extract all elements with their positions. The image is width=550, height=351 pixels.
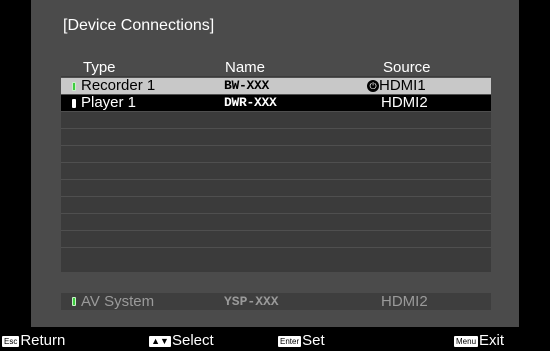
empty-row — [61, 247, 491, 264]
empty-row — [61, 145, 491, 162]
exit-label: Exit — [479, 332, 505, 349]
power-source-icon: ⏻ — [367, 80, 379, 92]
device-source: HDMI2 — [381, 94, 428, 111]
empty-row — [61, 111, 491, 128]
menu-key-icon: Menu — [454, 335, 479, 347]
av-system-row: AV System YSP-XXX HDMI2 — [61, 293, 491, 310]
device-source: HDMI1 — [379, 77, 426, 94]
green-led-icon — [72, 297, 76, 306]
device-list: Recorder 1 BW-XXX ⏻ HDMI1 Player 1 DWR-X… — [61, 76, 491, 272]
select-button[interactable]: ▲▼ Select — [149, 331, 214, 351]
empty-row — [61, 128, 491, 145]
empty-row — [61, 230, 491, 247]
device-type: Recorder 1 — [81, 77, 156, 94]
device-row-recorder-1[interactable]: Recorder 1 BW-XXX ⏻ HDMI1 — [61, 77, 491, 94]
exit-button[interactable]: Menu Exit — [454, 331, 504, 351]
return-button[interactable]: Esc Return — [2, 331, 65, 351]
device-type: Player 1 — [81, 94, 137, 111]
empty-row — [61, 162, 491, 179]
column-header-source: Source — [383, 59, 431, 76]
device-connections-panel: [Device Connections] Type Name Source Re… — [31, 0, 519, 327]
green-led-icon — [72, 82, 76, 91]
empty-row — [61, 179, 491, 196]
column-header-type: Type — [83, 59, 116, 76]
esc-key-icon: Esc — [2, 335, 20, 347]
set-label: Set — [302, 332, 325, 349]
device-name: DWR-XXX — [224, 95, 277, 110]
column-header-name: Name — [225, 59, 266, 76]
return-label: Return — [20, 332, 66, 349]
empty-row — [61, 196, 491, 213]
av-system-type: AV System — [81, 293, 155, 310]
enter-key-icon: Enter — [278, 335, 302, 347]
button-guide-bar: Esc Return ▲▼ Select Enter Set Menu Exit — [0, 331, 550, 351]
up-down-arrows-icon: ▲▼ — [149, 335, 171, 347]
set-button[interactable]: Enter Set — [278, 331, 325, 351]
white-led-icon — [72, 99, 76, 108]
av-system-source: HDMI2 — [381, 293, 428, 310]
av-system-name: YSP-XXX — [224, 294, 279, 309]
page-title: [Device Connections] — [63, 17, 215, 34]
device-name: BW-XXX — [224, 78, 270, 93]
empty-row — [61, 213, 491, 230]
device-row-player-1[interactable]: Player 1 DWR-XXX HDMI2 — [61, 94, 491, 111]
select-label: Select — [172, 332, 214, 349]
